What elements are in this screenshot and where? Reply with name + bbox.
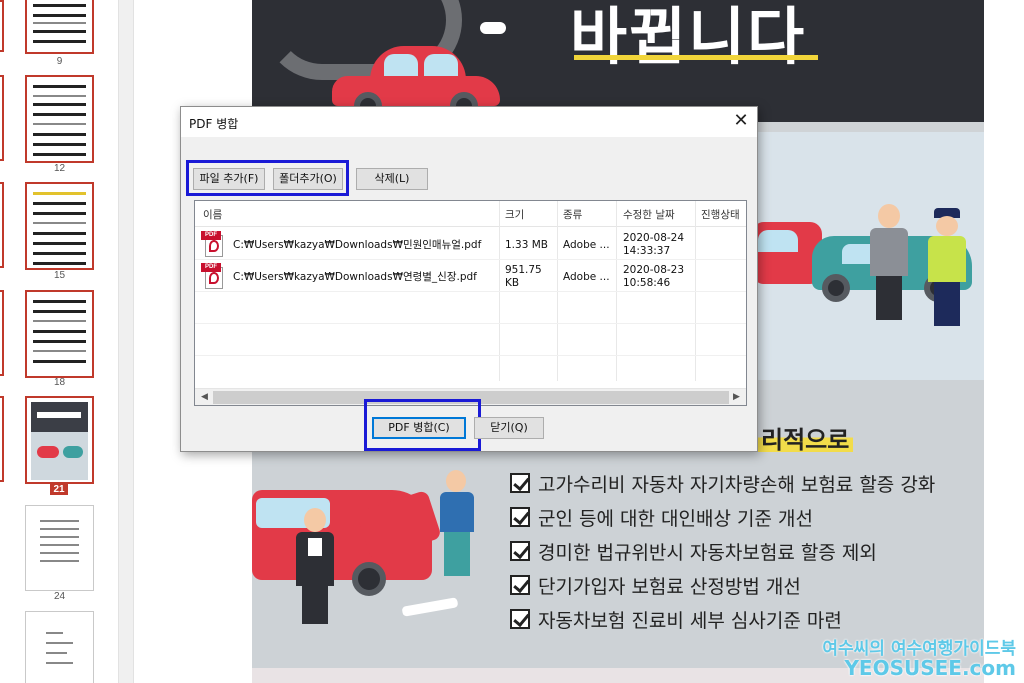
thumbnail-partial-left[interactable] — [0, 182, 4, 268]
thumbnail-page-18[interactable] — [25, 290, 94, 378]
checkbox-checked-icon — [510, 609, 530, 629]
thumbnail-page-blank[interactable] — [25, 611, 94, 683]
close-icon[interactable]: ✕ — [725, 107, 757, 137]
thumbnail-page-number: 18 — [53, 377, 66, 388]
wrench-icon — [401, 597, 459, 617]
checklist-item: 단기가입자 보험료 산정방법 개선 — [510, 568, 935, 602]
scroll-left-icon[interactable]: ◀ — [196, 390, 213, 405]
file-date: 2020-08-23 — [623, 264, 685, 276]
file-type: Adobe ... — [563, 271, 610, 283]
pdf-merge-dialog: PDF 병합 ✕ 파일 추가(F) 폴더추가(O) 삭제(L) 이름 크기 종류… — [180, 106, 758, 452]
file-time: 14:33:37 — [623, 245, 671, 257]
file-type: Adobe ... — [563, 239, 610, 251]
file-list[interactable]: 이름 크기 종류 수정한 날짜 진행상태 PDF C:₩Users₩kazya₩… — [194, 200, 747, 406]
thumbnail-partial-left[interactable] — [0, 75, 4, 161]
checkbox-checked-icon — [510, 473, 530, 493]
thumbnail-page-blank[interactable] — [25, 505, 94, 591]
thumbnail-partial-left[interactable] — [0, 396, 4, 482]
dialog-title: PDF 병합 — [189, 117, 239, 131]
thumbnail-page-15[interactable] — [25, 182, 94, 270]
column-header-status[interactable]: 진행상태 — [701, 207, 740, 222]
scroll-right-icon[interactable]: ▶ — [728, 390, 745, 405]
checkbox-checked-icon — [510, 541, 530, 561]
delete-button[interactable]: 삭제(L) — [356, 168, 428, 190]
thumbnail-page-number-active: 21 — [50, 484, 68, 495]
thumbnail-page-number: 24 — [53, 591, 66, 602]
checklist-item: 자동차보험 진료비 세부 심사기준 마련 — [510, 602, 935, 636]
thumbnail-page-number: 9 — [56, 56, 63, 67]
banner-title: 바뀝니다 — [570, 0, 807, 73]
add-file-button[interactable]: 파일 추가(F) — [193, 168, 265, 190]
checklist-item: 경미한 법규위반시 자동차보험료 할증 제외 — [510, 534, 935, 568]
thumbnail-partial-left[interactable] — [0, 0, 4, 52]
checklist-item: 군인 등에 대한 대인배상 기준 개선 — [510, 500, 935, 534]
file-date: 2020-08-24 — [623, 232, 685, 244]
file-size: 1.33 MB — [505, 239, 548, 251]
watermark-line-2: YEOSUSEE.com — [844, 656, 1016, 680]
checkbox-checked-icon — [510, 575, 530, 595]
pdf-file-icon: PDF — [201, 263, 223, 289]
file-name: C:₩Users₩kazya₩Downloads₩연령별_신장.pdf — [233, 271, 477, 283]
file-time: 10:58:46 — [623, 277, 671, 289]
thumbnail-page-9[interactable] — [25, 0, 94, 54]
column-header-type[interactable]: 종류 — [563, 207, 582, 222]
file-size-unit: KB — [505, 277, 520, 289]
thumbnail-page-21[interactable] — [25, 396, 94, 484]
thumbnail-panel: 9 12 15 18 21 24 — [0, 0, 118, 683]
column-header-date[interactable]: 수정한 날짜 — [623, 207, 675, 222]
banner-underline — [574, 55, 818, 60]
add-folder-button[interactable]: 폴더추가(O) — [273, 168, 343, 190]
dialog-titlebar[interactable]: PDF 병합 ✕ — [181, 107, 757, 137]
section-headline: 리적으로 — [757, 420, 854, 454]
thumbnail-partial-left[interactable] — [0, 290, 4, 376]
thumbnail-page-12[interactable] — [25, 75, 94, 163]
checkbox-checked-icon — [510, 507, 530, 527]
file-size: 951.75 — [505, 264, 542, 276]
file-list-header: 이름 크기 종류 수정한 날짜 진행상태 — [195, 201, 746, 227]
checklist-item: 고가수리비 자동차 자기차량손해 보험료 할증 강화 — [510, 466, 935, 500]
panel-divider[interactable] — [118, 0, 134, 683]
pdf-merge-button[interactable]: PDF 병합(C) — [372, 417, 466, 439]
thumbnail-page-number: 12 — [53, 163, 66, 174]
page-banner: 바뀝니다 — [252, 0, 984, 122]
column-header-size[interactable]: 크기 — [505, 207, 524, 222]
thumbnail-page-number: 15 — [53, 270, 66, 281]
pdf-file-icon: PDF — [201, 231, 223, 257]
cloud-illustration — [480, 22, 506, 34]
file-name: C:₩Users₩kazya₩Downloads₩민원인매뉴얼.pdf — [233, 239, 482, 251]
close-button[interactable]: 닫기(Q) — [474, 417, 544, 439]
checklist: 고가수리비 자동차 자기차량손해 보험료 할증 강화 군인 등에 대한 대인배상… — [510, 466, 935, 636]
column-header-name[interactable]: 이름 — [203, 207, 222, 222]
